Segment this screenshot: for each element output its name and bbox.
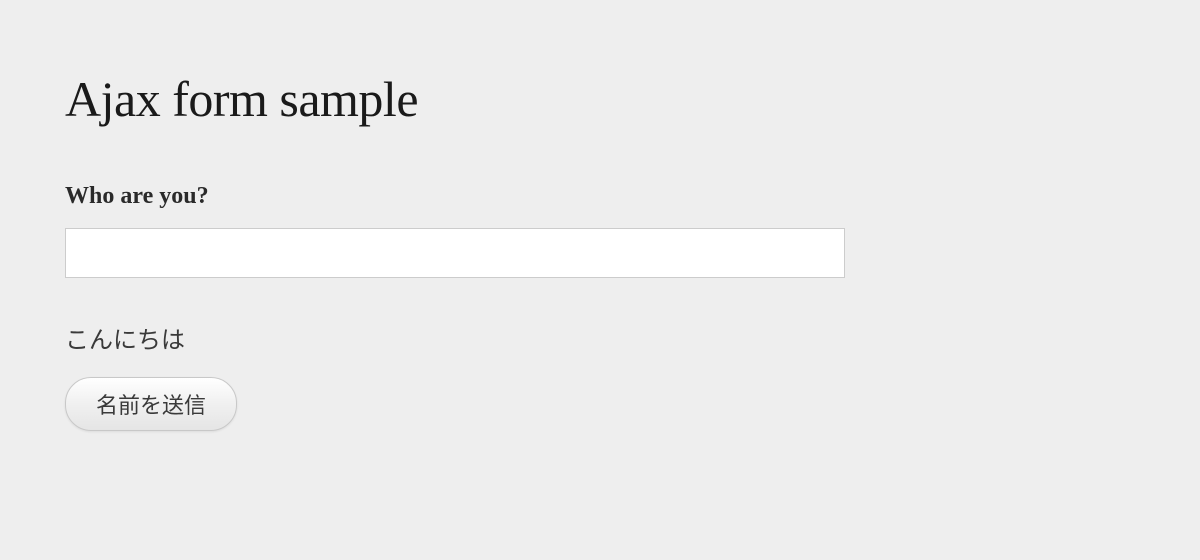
name-input[interactable]	[65, 228, 845, 278]
submit-button[interactable]: 名前を送信	[65, 377, 237, 431]
greeting-text: こんにちは	[65, 320, 1135, 355]
page-title: Ajax form sample	[65, 70, 1135, 128]
name-field-label: Who are you?	[65, 183, 1135, 210]
